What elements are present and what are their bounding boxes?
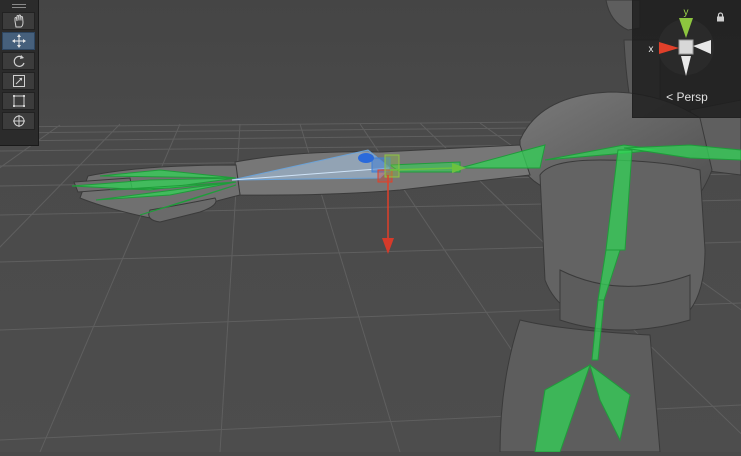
- tool-palette: [0, 0, 39, 146]
- projection-icon: <: [666, 90, 677, 104]
- projection-toggle[interactable]: < Persp: [633, 90, 741, 104]
- rect-tool-button[interactable]: [2, 92, 35, 110]
- rect-transform-icon: [12, 95, 25, 107]
- transform-tool-button[interactable]: [2, 112, 35, 130]
- move-plane-yz[interactable]: [384, 154, 400, 178]
- gizmo-label-x: x: [649, 44, 654, 55]
- rotate-tool-button[interactable]: [2, 52, 35, 70]
- scene-viewport[interactable]: [0, 0, 741, 453]
- lock-icon[interactable]: [716, 12, 725, 22]
- gizmo-label-y: y: [684, 7, 689, 18]
- move-tool-button[interactable]: [2, 32, 35, 50]
- gizmo-center-cube[interactable]: [678, 39, 694, 55]
- rotate-icon: [13, 55, 25, 67]
- transform-icon: [12, 115, 25, 127]
- move-icon: [11, 34, 26, 48]
- scale-icon: [12, 75, 25, 87]
- hand-icon: [14, 14, 24, 28]
- tool-palette-grip[interactable]: [0, 0, 38, 12]
- move-axis-z-cone[interactable]: [358, 153, 374, 163]
- scene-canvas[interactable]: [0, 0, 741, 453]
- scale-tool-button[interactable]: [2, 72, 35, 90]
- hand-tool-button[interactable]: [2, 12, 35, 30]
- orientation-gizmo[interactable]: y x < Persp: [632, 0, 741, 118]
- projection-label: Persp: [676, 90, 708, 104]
